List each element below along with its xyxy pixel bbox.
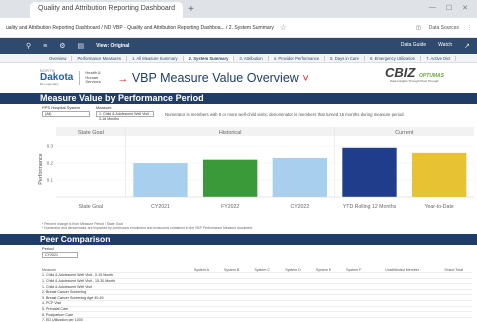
search-icon[interactable]: ⚲ — [26, 42, 31, 50]
sheet-tab[interactable]: Overview — [44, 55, 73, 61]
page-title-text: VBP Measure Value Overview — [131, 71, 299, 85]
value-cell — [308, 317, 339, 322]
chart-bar — [342, 147, 397, 197]
hospital-filter: PPS Hospital System (All) — [42, 105, 90, 124]
chart-group-label: Historical — [219, 130, 242, 136]
value-cell — [246, 317, 278, 322]
chart-bar — [202, 159, 258, 197]
data-sources-link[interactable]: Data Sources — [429, 25, 459, 31]
filters-row: PPS Hospital System (All) Measure 1. Chi… — [0, 104, 477, 124]
arrow-icon: → — [117, 73, 129, 85]
hospital-system-select[interactable]: (All) — [42, 111, 90, 117]
dashboard-header: NORTH Dakota Be Legendary Health & Human… — [0, 63, 477, 93]
sheet-tabs: Overview Performance Measures 1. All Measu… — [0, 54, 477, 63]
share-icon[interactable]: ↗ — [464, 42, 470, 50]
dropdown-caret-icon[interactable]: ˅ — [302, 73, 308, 85]
value-cell — [338, 317, 369, 322]
minimize-icon[interactable]: — — [429, 4, 436, 12]
window-controls: — ☐ ✕ — [429, 4, 477, 12]
favorite-star-icon[interactable]: ☆ — [280, 23, 287, 32]
new-tab-button[interactable]: + — [188, 4, 194, 15]
chart-group-label: Current — [395, 130, 414, 136]
browser-window: Quality and Attribution Reporting Dashbo… — [0, 0, 477, 322]
sheet-tab[interactable]: 5. Days in Care — [325, 55, 365, 61]
maximize-icon[interactable]: ☐ — [446, 4, 452, 12]
data-guide-button[interactable]: Data Guide — [401, 42, 426, 50]
chart-bar — [133, 163, 188, 197]
browser-tabbar: Quality and Attribution Reporting Dashbo… — [0, 0, 477, 18]
measure-filter-label: Measure — [96, 105, 112, 110]
section-title-measure-value: Measure Value by Performance Period — [0, 93, 477, 104]
sheet-tab[interactable]: 3. Attribution — [234, 55, 269, 61]
logo-sub-text: Be Legendary — [40, 82, 59, 87]
x-tick-label: Year-to-Date — [425, 204, 454, 210]
period-filter: Period CY2021 — [42, 246, 78, 258]
y-tick-label: 0.2 — [47, 161, 54, 166]
x-tick-label: FY2022 — [221, 204, 239, 210]
value-cell — [368, 317, 436, 322]
value-cell — [186, 317, 217, 322]
footnote-2: * Numerator and denominator are impacted… — [42, 226, 254, 230]
chart-group-label: State Goal — [78, 130, 104, 136]
hospital-filter-label: PPS Hospital System — [42, 105, 81, 110]
chart-bar — [272, 157, 328, 197]
data-sources-icon[interactable]: ◫ — [416, 25, 421, 31]
cbiz-name: CBIZ — [385, 65, 416, 80]
measure-select[interactable]: 1. Child & Adolescent Well Visit - 3-18 … — [96, 111, 154, 121]
x-tick-label: State Goal — [79, 204, 104, 210]
gear-icon[interactable]: ⚙ — [59, 42, 65, 50]
measure-filter: Measure 1. Child & Adolescent Well Visit… — [96, 105, 154, 124]
breadcrumb[interactable]: uality and Attribution Reporting Dashboa… — [6, 25, 274, 31]
y-tick-label: 0.3 — [47, 144, 54, 149]
sheet-tab[interactable]: 2. System Summary — [183, 55, 235, 61]
tableau-breadcrumb-bar: uality and Attribution Reporting Dashboa… — [0, 18, 477, 38]
tableau-toolbar: ⚲ ≡ ⚙ ▤ View: Original Data Guide Watch … — [0, 38, 477, 54]
sheet-tab[interactable]: 7. Active Dict — [421, 55, 457, 61]
peer-table: Measure System A System B System C System DS… — [42, 267, 472, 322]
performance-chart-svg: State Goal Historical Current 0.1 0.2 0.3Perf… — [38, 127, 474, 210]
nd-logo: NORTH Dakota Be Legendary — [40, 69, 73, 87]
period-label: Period — [42, 246, 54, 251]
department-name: Health & Human Services — [79, 70, 107, 86]
cbiz-tagline: Data Insights Through Pixel Through — [390, 79, 439, 83]
sheet-tab[interactable]: 4. Provider Performance — [269, 55, 326, 61]
x-tick-label: CY2021 — [151, 204, 170, 210]
section-title-peer: Peer Comparison — [0, 234, 477, 245]
y-tick-label: 0.1 — [47, 178, 54, 183]
x-tick-label: YTD Rolling 12 Months — [343, 204, 397, 210]
screen: Quality and Attribution Reporting Dashbo… — [0, 0, 477, 322]
value-cell — [435, 317, 472, 322]
watch-button[interactable]: Watch — [438, 42, 452, 50]
value-cell — [277, 317, 309, 322]
page-title: → VBP Measure Value Overview ˅ — [117, 71, 308, 85]
view-icon[interactable]: ▤ — [78, 42, 85, 50]
sheet-tab[interactable]: 1. All Measure Summary — [127, 55, 184, 61]
peer-comparison: Peer Comparison — [0, 234, 477, 245]
browser-tab[interactable]: Quality and Attribution Reporting Dashbo… — [30, 2, 183, 18]
menu-icon[interactable]: ≡ — [43, 43, 47, 50]
period-select[interactable]: CY2021 — [42, 252, 78, 258]
more-icon[interactable]: ⋮ — [467, 25, 472, 31]
value-cell — [216, 317, 247, 322]
measure-note: Numerator is members with 6 or more well… — [165, 112, 405, 117]
table-row[interactable]: 7. ED Utilization per 1000 — [42, 317, 472, 322]
cbiz-logo: CBIZ OPTUMAS Data Insights Through Pixel… — [385, 65, 444, 84]
x-tick-label: CY2022 — [290, 204, 309, 210]
measure-cell: 7. ED Utilization per 1000 — [42, 317, 187, 322]
performance-chart: State Goal Historical Current 0.1 0.2 0.3 Perf… — [36, 127, 474, 225]
chart-bar — [411, 152, 467, 197]
sheet-tab[interactable]: 6. Emergency Utilization — [365, 55, 422, 61]
close-icon[interactable]: ✕ — [462, 4, 468, 12]
view-selector[interactable]: View: Original — [96, 43, 129, 49]
y-axis-label: Performance — [38, 153, 44, 185]
sheet-tab[interactable]: Performance Measures — [72, 55, 127, 61]
